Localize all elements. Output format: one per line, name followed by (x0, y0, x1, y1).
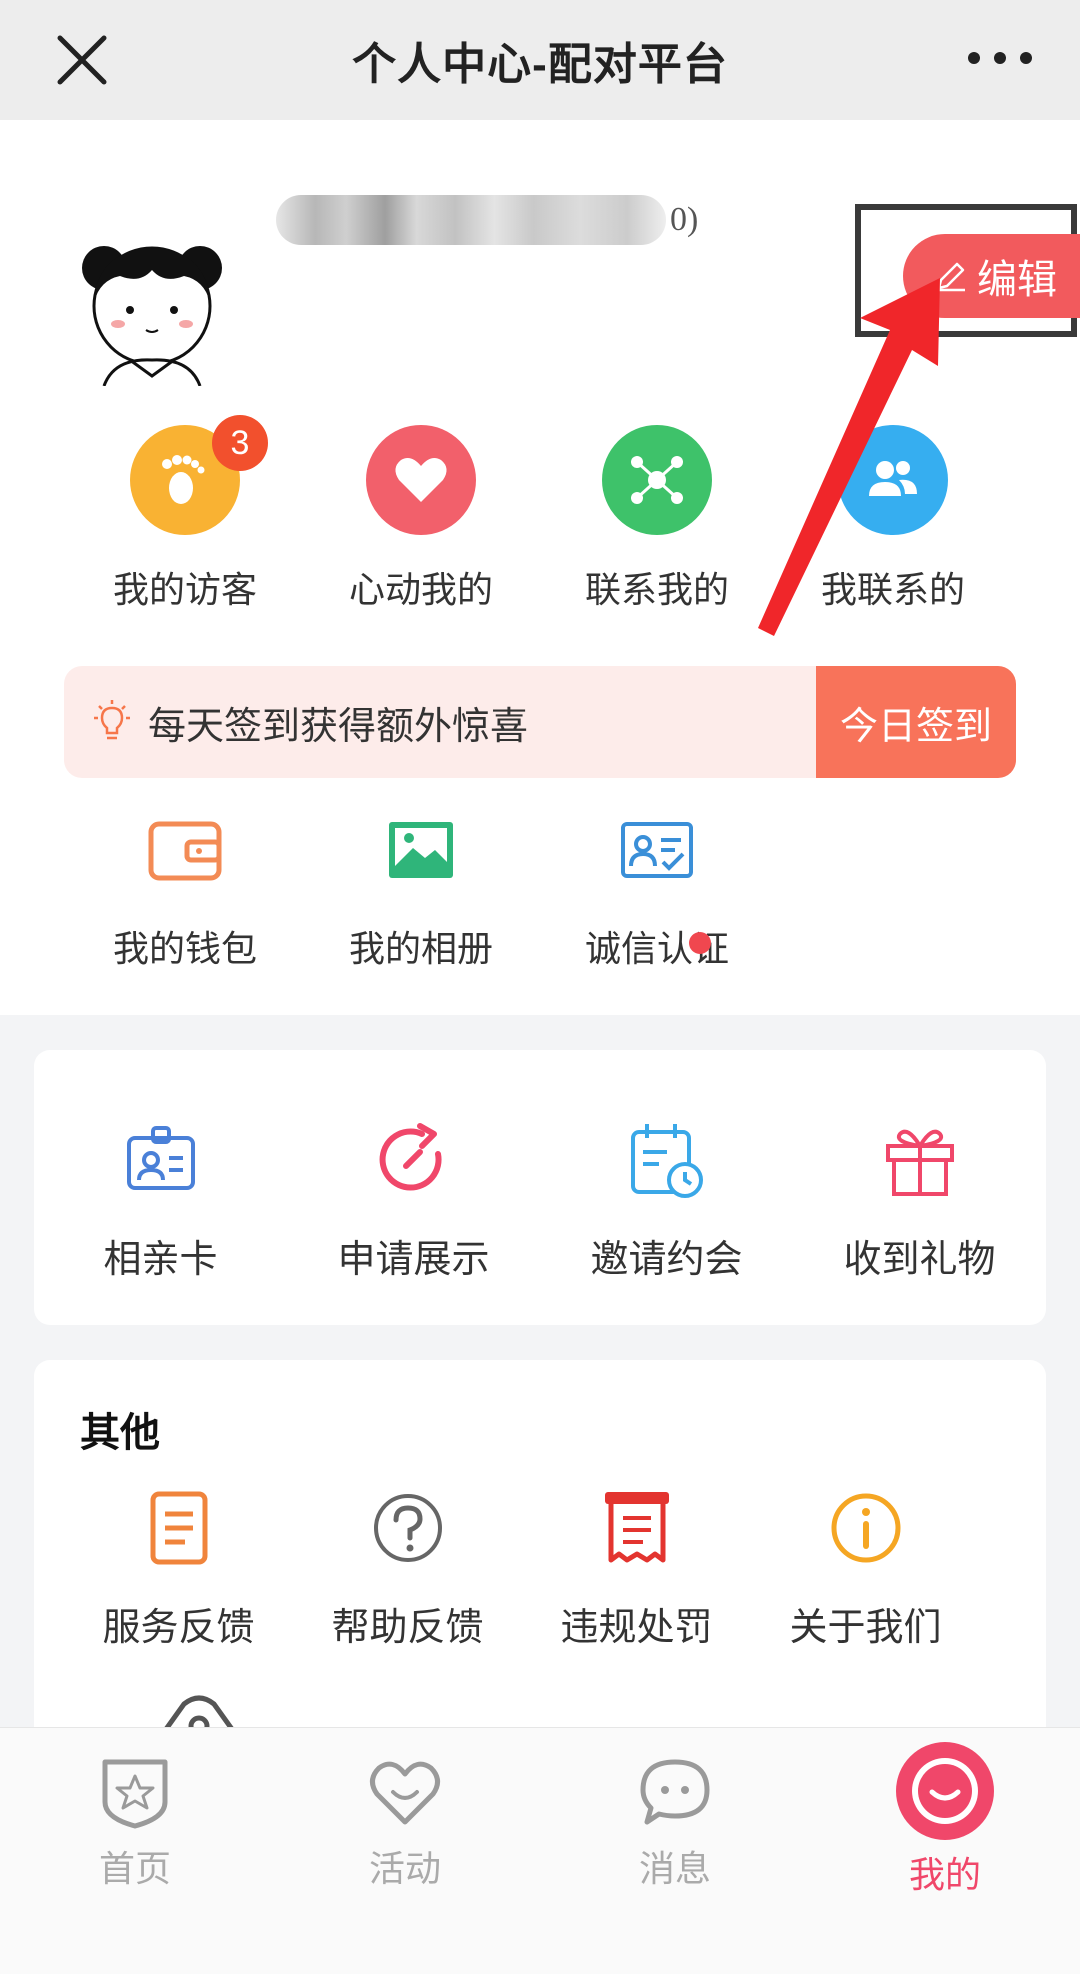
other-label: 违规处罚 (560, 1607, 713, 1649)
refresh-arrow-icon (379, 1123, 442, 1191)
feature-item-apply-display[interactable]: 申请展示 (287, 1118, 540, 1283)
other-item-help-feedback[interactable]: 帮助反馈 (293, 1486, 522, 1651)
feature-item-invite-date[interactable]: 邀请约会 (540, 1118, 793, 1283)
visitor-count-badge: 3 (212, 415, 268, 471)
album-icon (389, 822, 453, 878)
home-shield-star-icon (102, 1759, 168, 1829)
avatar[interactable] (64, 210, 240, 386)
section-title: 其他 (80, 1411, 160, 1455)
quick-label: 心动我的 (348, 569, 493, 610)
tab-label: 我的 (908, 1854, 981, 1895)
tab-label: 首页 (98, 1848, 171, 1889)
heart-smile-icon (370, 1761, 440, 1825)
more-icon[interactable] (960, 38, 1040, 78)
feature-panel: 相亲卡 申请展示 邀请约会 收到礼物 (34, 1050, 1046, 1325)
signin-button[interactable]: 今日签到 (816, 666, 1016, 778)
lightbulb-icon (94, 700, 130, 740)
feature-item-dating-card[interactable]: 相亲卡 (34, 1118, 287, 1283)
feature-label: 相亲卡 (103, 1239, 218, 1281)
signin-text: 每天签到获得额外惊喜 (148, 705, 529, 748)
footprint-icon: 3 (130, 415, 268, 535)
feature-label: 收到礼物 (843, 1239, 996, 1281)
edit-label: 编辑 (977, 258, 1057, 302)
notification-dot (689, 932, 711, 954)
quick-label: 我的访客 (112, 569, 257, 610)
chat-bubble-icon (640, 1759, 710, 1825)
calendar-clock-icon (630, 1124, 703, 1198)
title-bar: 个人中心-配对平台 (0, 0, 1080, 120)
username-blurred (276, 195, 666, 245)
tools-row: 我的钱包 我的相册 诚信认证 (0, 810, 775, 972)
wallet-icon (148, 821, 222, 881)
tab-mine[interactable]: 我的 (810, 1728, 1080, 1974)
username-suffix: 0) (670, 201, 699, 238)
tab-messages[interactable]: 消息 (540, 1728, 810, 1974)
badge-card-icon (126, 1126, 195, 1190)
tool-item-album[interactable]: 我的相册 (303, 810, 539, 972)
other-item-violations[interactable]: 违规处罚 (522, 1486, 751, 1651)
tool-item-wallet[interactable]: 我的钱包 (67, 810, 303, 972)
tab-label: 活动 (368, 1848, 441, 1889)
question-icon (373, 1494, 442, 1562)
other-label: 帮助反馈 (331, 1607, 484, 1649)
other-label: 服务反馈 (102, 1607, 255, 1649)
document-icon (150, 1491, 207, 1565)
tool-label: 我的钱包 (112, 928, 257, 969)
heart-icon (366, 425, 476, 535)
feature-item-gifts[interactable]: 收到礼物 (793, 1118, 1046, 1283)
tab-activity[interactable]: 活动 (270, 1728, 540, 1974)
tab-home[interactable]: 首页 (0, 1728, 270, 1974)
receipt-icon (604, 1492, 669, 1563)
feature-label: 申请展示 (337, 1239, 490, 1281)
close-icon[interactable] (50, 28, 114, 92)
other-item-about-us[interactable]: 关于我们 (751, 1486, 980, 1651)
gift-icon (885, 1129, 954, 1196)
tool-label: 我的相册 (348, 928, 493, 969)
info-icon (831, 1493, 900, 1563)
partial-lock-icon (161, 1695, 237, 1732)
page-title: 个人中心-配对平台 (352, 40, 728, 89)
quick-item-visitors[interactable]: 3 我的访客 (67, 415, 303, 613)
id-verify-icon (621, 822, 693, 878)
tab-label: 消息 (638, 1848, 711, 1889)
annotation-arrow-icon (758, 278, 940, 636)
bottom-tab-bar: 首页 活动 消息 我的 (0, 1727, 1080, 1974)
feature-label: 邀请约会 (590, 1239, 743, 1281)
username: 0) (276, 192, 698, 248)
smile-face-icon (896, 1742, 994, 1840)
signin-banner: 每天签到获得额外惊喜 今日签到 (64, 666, 1016, 778)
other-label: 关于我们 (789, 1607, 942, 1649)
quick-label: 联系我的 (584, 569, 729, 610)
network-icon (602, 425, 712, 535)
tool-item-verify[interactable]: 诚信认证 (539, 810, 775, 972)
other-item-service-feedback[interactable]: 服务反馈 (64, 1486, 293, 1651)
quick-item-liked-me[interactable]: 心动我的 (303, 425, 539, 613)
